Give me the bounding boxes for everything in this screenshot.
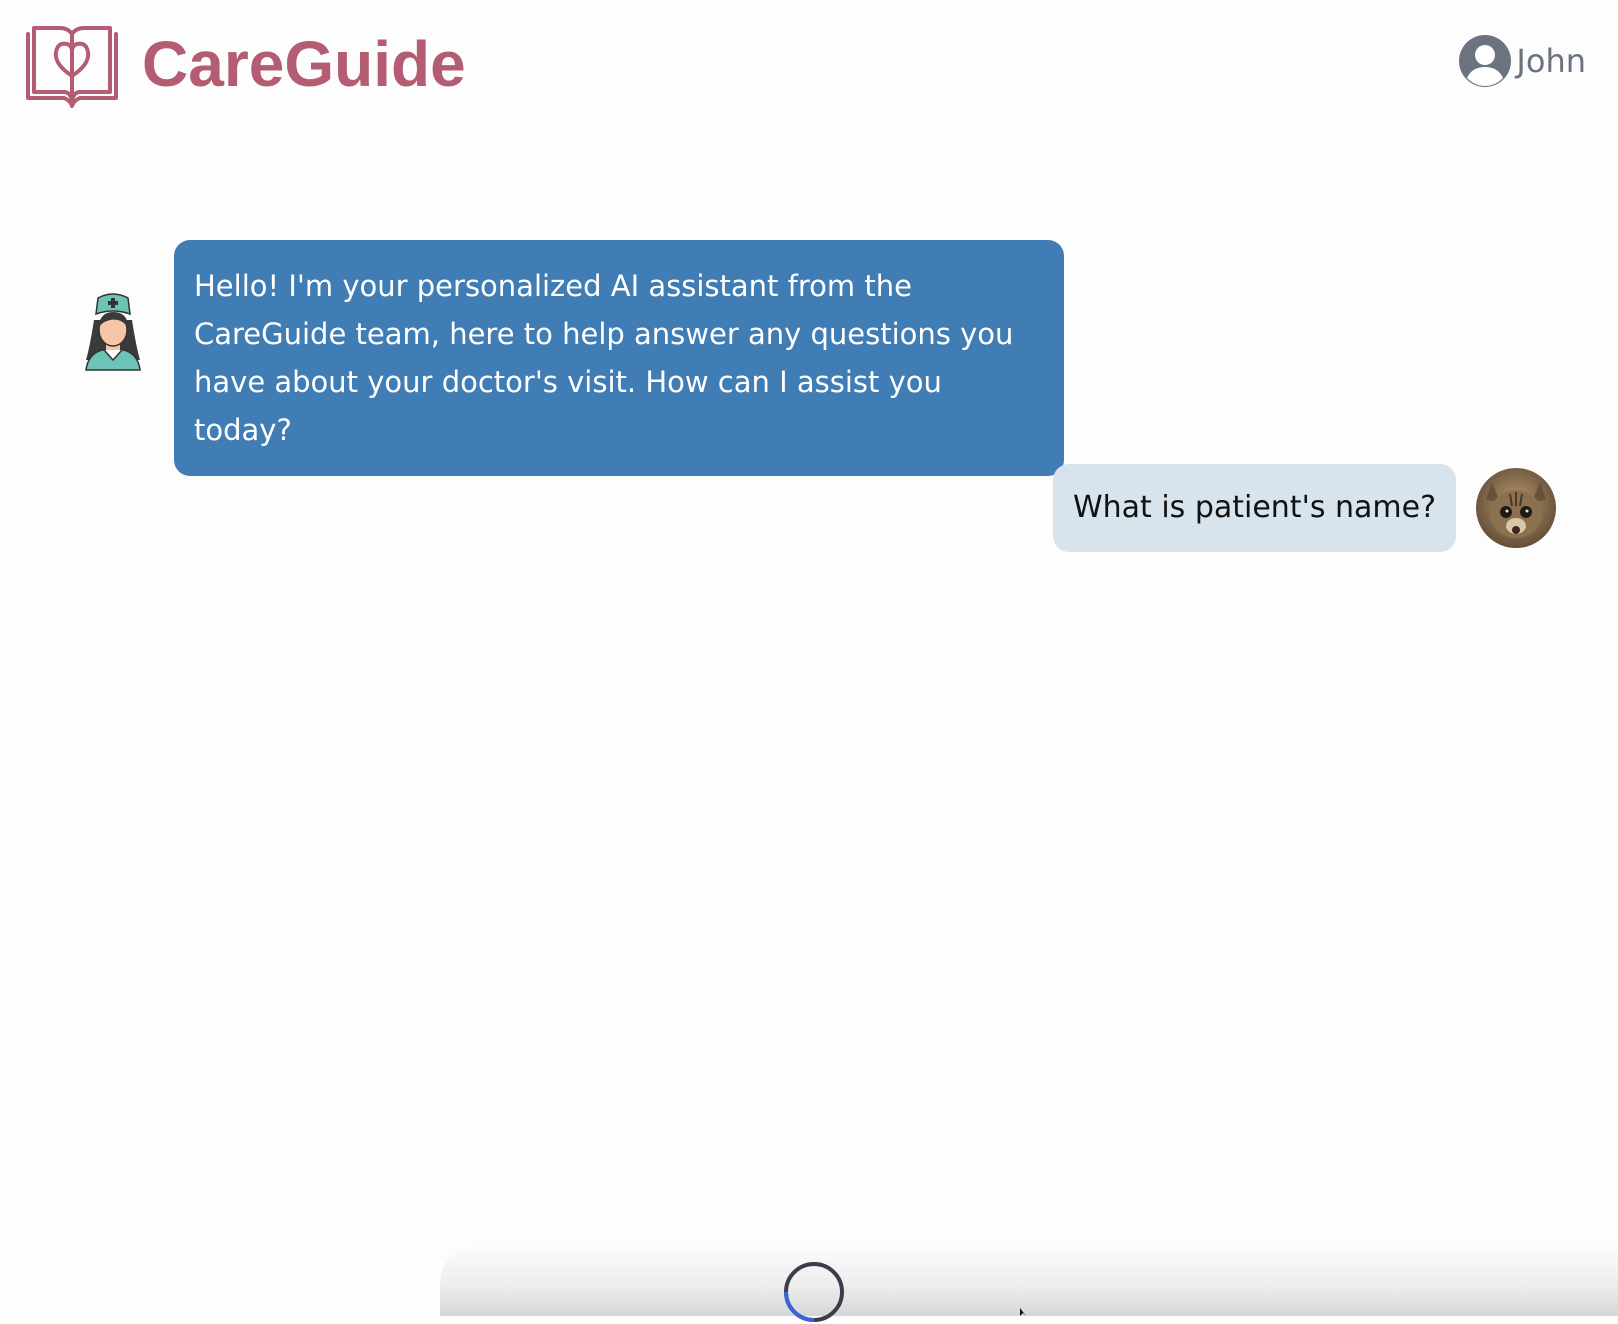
chat-thread: Hello! I'm your personalized AI assistan… [0,0,1618,1316]
nurse-avatar-icon [85,293,141,371]
loading-spinner-icon [784,1262,844,1322]
input-area-loading [440,1244,1618,1316]
user-message: What is patient's name? [1052,464,1456,552]
cat-photo-icon [1476,468,1556,548]
mouse-cursor-icon [1020,1308,1026,1316]
assistant-message: Hello! I'm your personalized AI assistan… [174,240,1064,476]
user-avatar [1476,468,1556,548]
